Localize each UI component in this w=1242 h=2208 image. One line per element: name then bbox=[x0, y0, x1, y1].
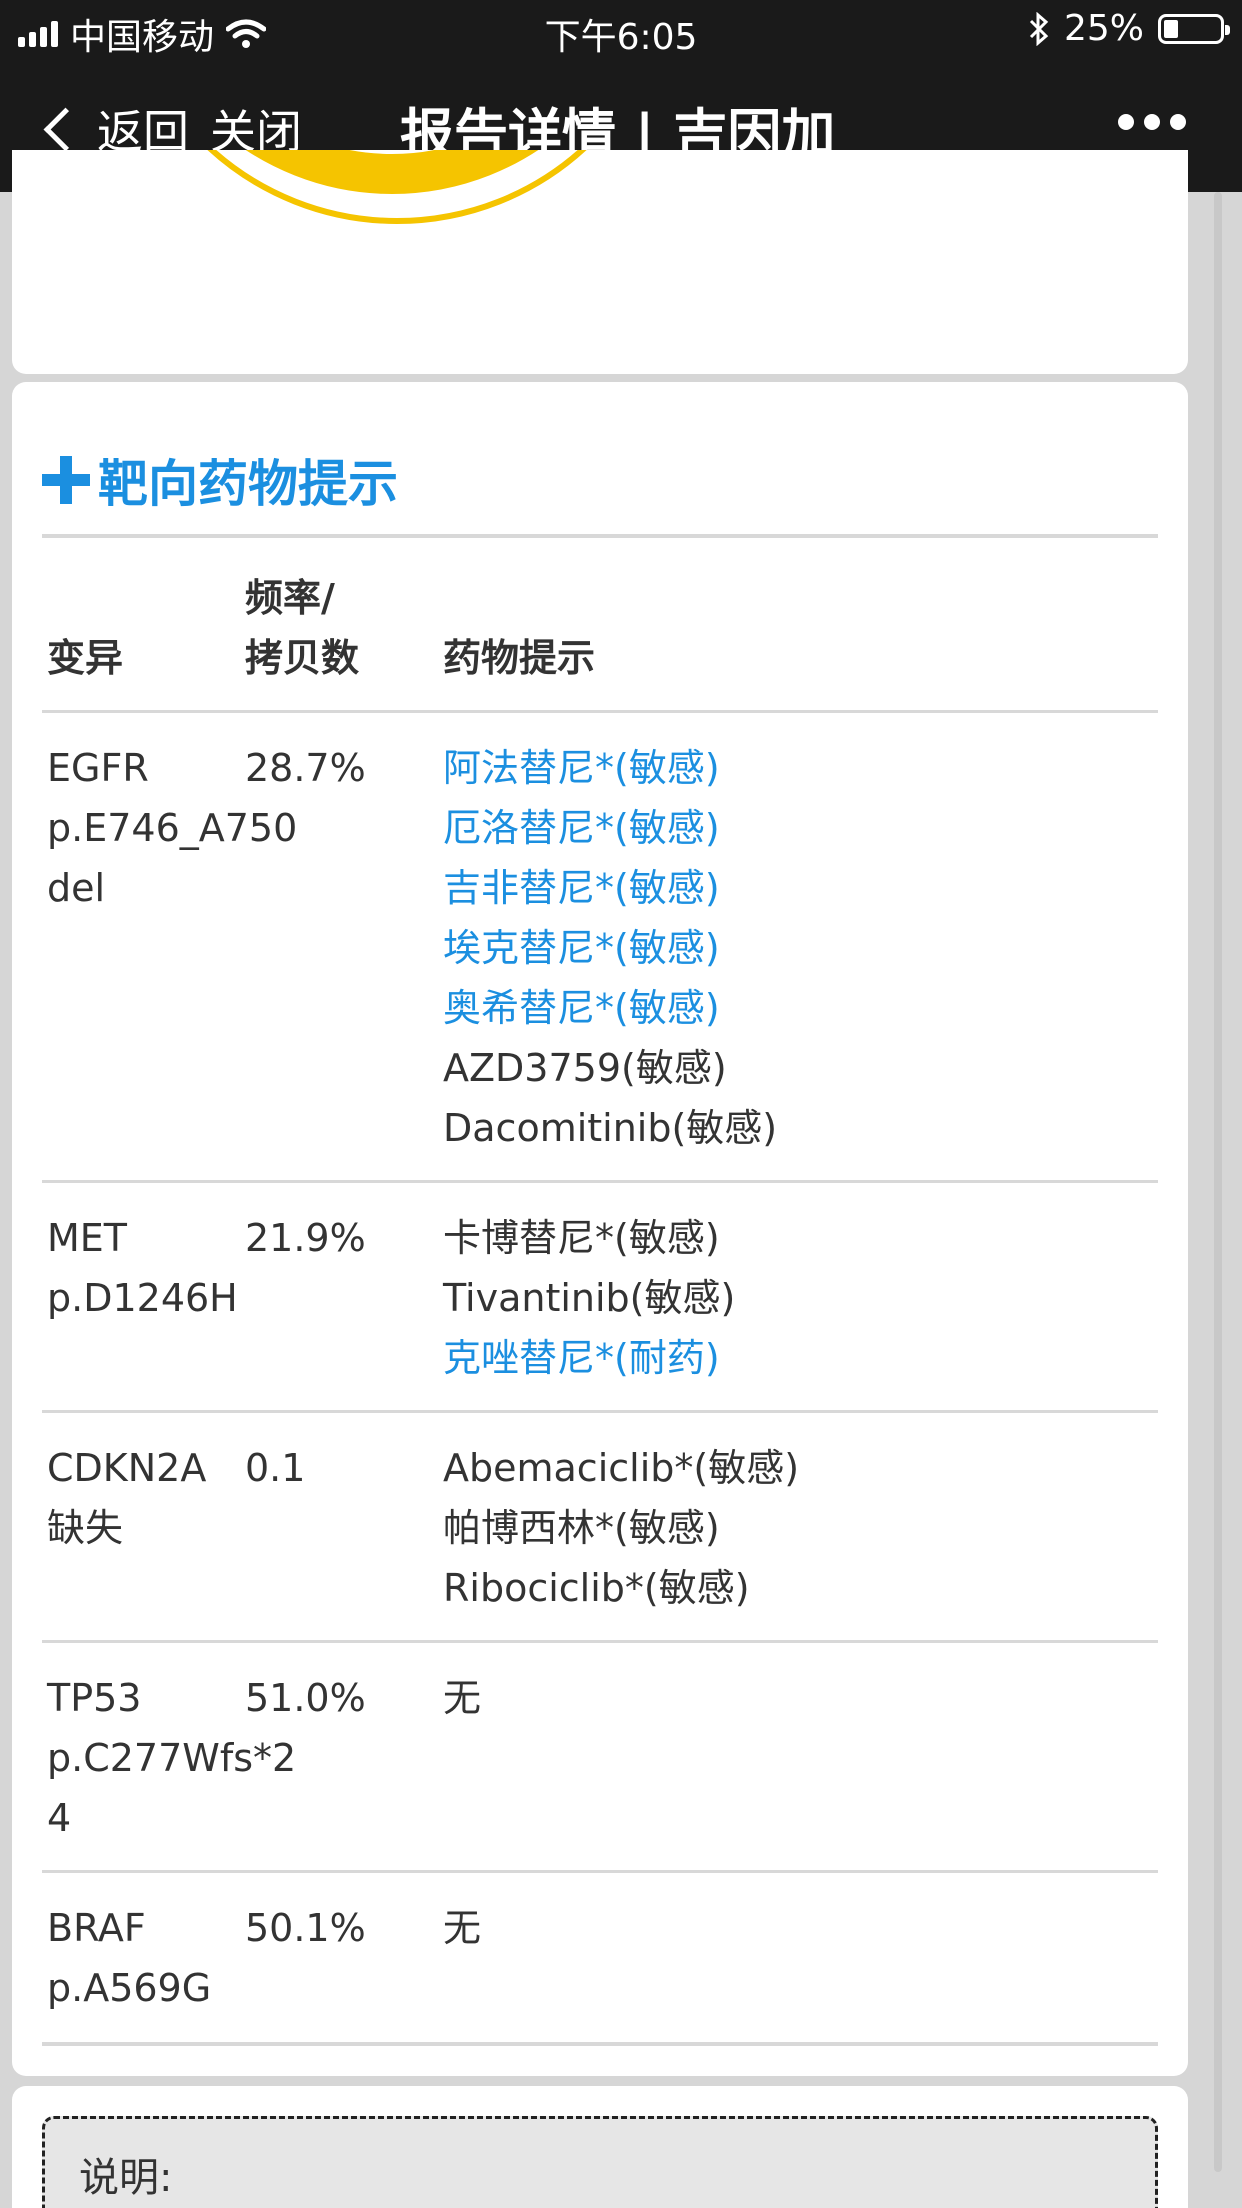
drug-text: 无 bbox=[443, 1906, 482, 1950]
divider bbox=[42, 1870, 1158, 1873]
drug-text: Abemaciclib*(敏感) bbox=[443, 1446, 800, 1490]
battery-percent: 25% bbox=[1063, 8, 1144, 49]
section-header: 靶向药物提示 bbox=[42, 444, 398, 516]
table-row-freq: 28.7% bbox=[245, 746, 366, 790]
drug-text: Tivantinib(敏感) bbox=[443, 1276, 736, 1320]
header-variant: 变异 bbox=[47, 636, 124, 680]
note-label: 说明: bbox=[79, 2155, 173, 2201]
header-freq-line2: 拷贝数 bbox=[245, 636, 360, 680]
divider bbox=[42, 534, 1158, 538]
drug-text: Dacomitinib(敏感) bbox=[443, 1106, 778, 1150]
table-row-drugs: 无 bbox=[443, 1668, 481, 1728]
table-row-freq: 21.9% bbox=[245, 1216, 366, 1260]
more-menu-button[interactable] bbox=[1118, 114, 1186, 130]
table-row-variant: BRAF p.A569G bbox=[47, 1906, 212, 2010]
table-row-drugs: 卡博替尼*(敏感) Tivantinib(敏感) 克唑替尼*(耐药) bbox=[443, 1208, 735, 1388]
divider bbox=[42, 2042, 1158, 2046]
drug-text: 帕博西林*(敏感) bbox=[443, 1506, 720, 1550]
more-dots-icon bbox=[1118, 114, 1134, 130]
table-row-drugs: 阿法替尼*(敏感) 厄洛替尼*(敏感) 吉非替尼*(敏感) 埃克替尼*(敏感) … bbox=[443, 738, 777, 1158]
section-title: 靶向药物提示 bbox=[98, 455, 398, 513]
note-box: 说明: bbox=[42, 2116, 1158, 2208]
chevron-left-icon bbox=[43, 107, 88, 151]
divider bbox=[42, 710, 1158, 713]
drug-text: Ribociclib*(敏感) bbox=[443, 1566, 750, 1610]
score-card bbox=[12, 150, 1188, 374]
divider bbox=[42, 1640, 1158, 1643]
page-scrollbar[interactable] bbox=[1214, 192, 1222, 2172]
note-card: 说明: bbox=[12, 2086, 1188, 2208]
table-row-freq: 50.1% bbox=[245, 1906, 366, 1950]
divider bbox=[42, 1410, 1158, 1413]
table-row-freq: 51.0% bbox=[245, 1676, 366, 1720]
battery-icon bbox=[1158, 13, 1230, 44]
drug-text: 卡博替尼*(敏感) bbox=[443, 1216, 720, 1260]
table-row-variant: CDKN2A 缺失 bbox=[47, 1446, 207, 1550]
drug-link[interactable]: 克唑替尼*(耐药) bbox=[443, 1328, 735, 1388]
header-drug: 药物提示 bbox=[443, 636, 596, 680]
drug-link[interactable]: 奥希替尼*(敏感) bbox=[443, 978, 777, 1038]
drug-text: 无 bbox=[443, 1676, 482, 1720]
table-row-drugs: 无 bbox=[443, 1898, 481, 1958]
divider bbox=[42, 1180, 1158, 1183]
table-row-freq: 0.1 bbox=[245, 1446, 306, 1490]
status-bar: 中国移动 下午6:05 25% bbox=[0, 0, 1242, 62]
table-row-drugs: Abemaciclib*(敏感) 帕博西林*(敏感) Ribociclib*(敏… bbox=[443, 1438, 799, 1618]
drug-link[interactable]: 吉非替尼*(敏感) bbox=[443, 858, 777, 918]
drug-text: AZD3759(敏感) bbox=[443, 1046, 727, 1090]
drug-link[interactable]: 阿法替尼*(敏感) bbox=[443, 738, 777, 798]
drug-link[interactable]: 厄洛替尼*(敏感) bbox=[443, 798, 777, 858]
header-freq-line1: 频率/ bbox=[245, 576, 335, 620]
drug-link[interactable]: 埃克替尼*(敏感) bbox=[443, 918, 777, 978]
targeted-drug-card: 靶向药物提示 变异 频率/ 拷贝数 药物提示 EGFR p.E746_A750 … bbox=[12, 382, 1188, 2076]
bluetooth-icon bbox=[1029, 11, 1049, 46]
table-row-variant: MET p.D1246H bbox=[47, 1216, 238, 1320]
plus-icon bbox=[42, 456, 90, 504]
